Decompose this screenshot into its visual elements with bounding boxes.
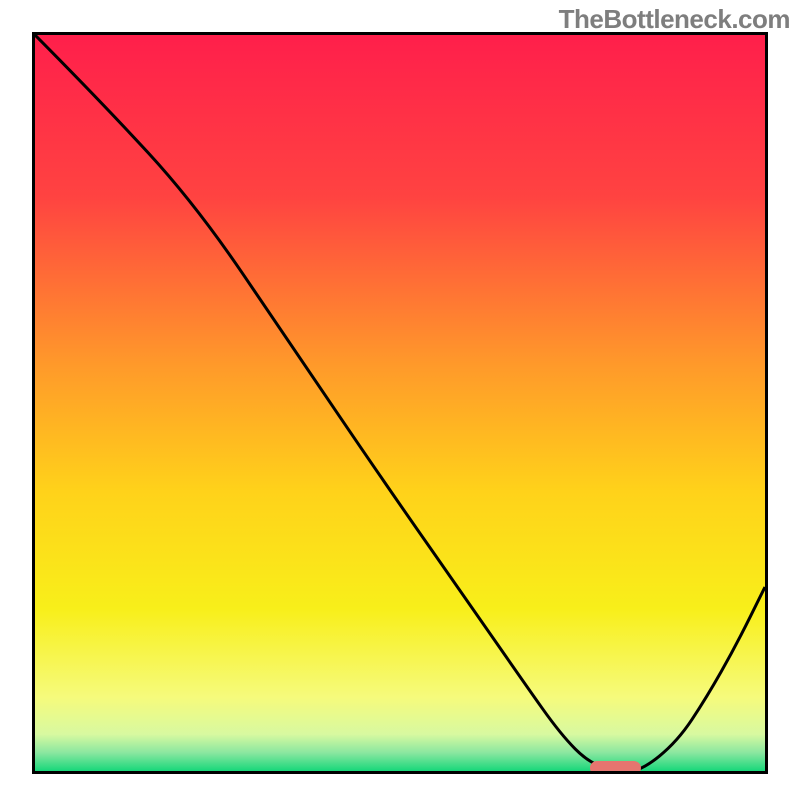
watermark-label: TheBottleneck.com bbox=[559, 4, 790, 35]
chart-frame: TheBottleneck.com bbox=[0, 0, 800, 800]
optimal-range-marker bbox=[590, 761, 641, 774]
bottleneck-curve bbox=[35, 35, 765, 771]
plot-area bbox=[32, 32, 768, 774]
